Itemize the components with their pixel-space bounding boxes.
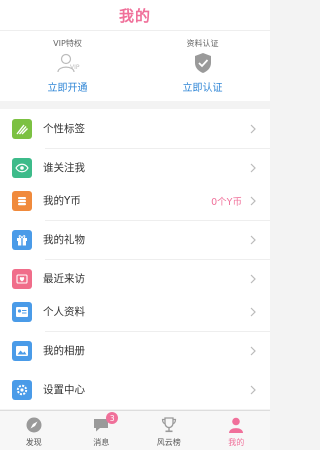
tab-label: 消息: [93, 438, 110, 447]
tab-label: 风云榜: [156, 438, 181, 447]
activate-vip-link[interactable]: 立即开通: [48, 79, 88, 94]
menu-item-album[interactable]: 我的相册: [0, 331, 270, 370]
coin-balance: 0个Y币: [211, 196, 242, 208]
menu-item-label: 个人资料: [43, 306, 85, 318]
chevron-right-icon: [248, 162, 258, 174]
chevron-right-icon: [248, 195, 258, 207]
tab-label: 我的: [228, 438, 245, 447]
menu-item-label: 谁关注我: [43, 162, 85, 174]
menu-item-label: 最近来访: [43, 273, 85, 285]
menu-group-settings: 设置中心: [0, 370, 270, 409]
chat-icon: 3: [91, 412, 119, 435]
tab-label: 发现: [25, 438, 42, 447]
vip-panel: VIP特权 VIP 立即开通 资料认证 立即认证: [0, 31, 270, 101]
eye-icon: [12, 157, 32, 178]
tab-messages[interactable]: 3 消息: [68, 411, 136, 450]
menu-group-assets: 我的Y币 0个Y币 我的礼物 最近来访: [0, 181, 270, 298]
svg-text:VIP: VIP: [70, 64, 80, 71]
shield-check-icon: [190, 51, 216, 75]
menu-item-label: 我的相册: [43, 345, 85, 357]
menu-item-label: 设置中心: [43, 384, 85, 396]
chevron-right-icon: [248, 234, 258, 246]
app-header: 我的: [0, 0, 270, 31]
chevron-right-icon: [248, 306, 258, 318]
verify-now-link[interactable]: 立即认证: [183, 79, 223, 94]
album-icon: [12, 340, 32, 361]
trophy-icon: [159, 415, 179, 435]
tab-ranking[interactable]: 风云榜: [135, 411, 203, 450]
menu-item-gifts[interactable]: 我的礼物: [0, 220, 270, 259]
profile-icon: [226, 415, 246, 435]
vip-user-icon: VIP: [55, 51, 81, 75]
menu-item-label: 个性标签: [43, 123, 85, 135]
visitor-icon: [12, 268, 32, 289]
tab-discover[interactable]: 发现: [0, 411, 68, 450]
vip-privilege-section[interactable]: VIP特权 VIP 立即开通: [0, 31, 135, 101]
vip-privilege-label: VIP特权: [53, 39, 82, 48]
compass-icon: [24, 415, 44, 435]
gift-icon: [12, 229, 32, 250]
bottom-tab-bar: 发现 3 消息 风云榜 我的: [0, 410, 270, 450]
menu-item-label: 我的Y币: [43, 195, 81, 207]
page-title: 我的: [118, 6, 151, 25]
verification-label: 资料认证: [186, 39, 219, 48]
gear-icon: [12, 379, 32, 400]
menu-group-profile: 个人资料 我的相册: [0, 292, 270, 370]
menu-item-label: 我的礼物: [43, 234, 85, 246]
menu-item-coins[interactable]: 我的Y币 0个Y币: [0, 181, 270, 220]
tab-me[interactable]: 我的: [203, 411, 271, 450]
verification-section[interactable]: 资料认证 立即认证: [135, 31, 270, 101]
menu-item-tags[interactable]: 个性标签: [0, 109, 270, 148]
chevron-right-icon: [248, 273, 258, 285]
tag-icon: [12, 118, 32, 139]
chevron-right-icon: [248, 345, 258, 357]
unread-badge: 3: [106, 412, 119, 424]
chevron-right-icon: [248, 123, 258, 135]
menu-item-settings[interactable]: 设置中心: [0, 370, 270, 409]
id-card-icon: [12, 301, 32, 322]
menu-item-profile[interactable]: 个人资料: [0, 292, 270, 331]
menu-group-social: 个性标签 谁关注我: [0, 109, 270, 187]
chevron-right-icon: [248, 384, 258, 396]
coin-stack-icon: [12, 190, 32, 211]
